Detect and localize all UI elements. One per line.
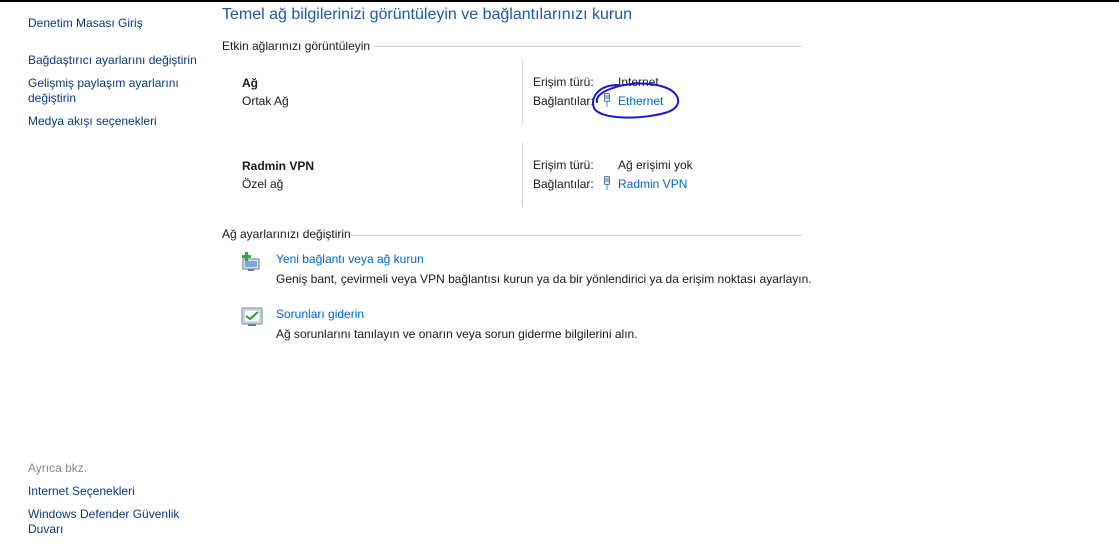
network-name: Radmin VPN bbox=[242, 159, 315, 173]
section-divider bbox=[351, 235, 802, 236]
connections-label: Bağlantılar: bbox=[533, 94, 594, 108]
connections-label: Bağlantılar: bbox=[533, 177, 594, 191]
vpn-adapter-icon bbox=[604, 176, 610, 190]
window-top-border bbox=[0, 0, 1119, 2]
troubleshoot-link[interactable]: Sorunları giderin bbox=[276, 307, 364, 321]
task-description: Ağ sorunlarını tanılayın ve onarın veya … bbox=[276, 327, 638, 341]
radmin-vpn-connection-link[interactable]: Radmin VPN bbox=[618, 177, 687, 191]
network-divider bbox=[522, 60, 523, 124]
section-divider bbox=[374, 46, 802, 47]
setup-new-connection-link[interactable]: Yeni bağlantı veya ağ kurun bbox=[276, 252, 424, 266]
active-networks-heading: Etkin ağlarınızı görüntüleyin bbox=[222, 39, 371, 53]
see-also-heading: Ayrıca bkz. bbox=[28, 461, 88, 475]
see-also-label: Duvarı bbox=[28, 522, 64, 536]
sidebar-item-advanced-sharing[interactable]: Gelişmiş paylaşım ayarlarını değiştirin bbox=[28, 76, 179, 106]
sidebar-item-media-streaming[interactable]: Medya akışı seçenekleri bbox=[28, 114, 157, 128]
page-title: Temel ağ bilgilerinizi görüntüleyin ve b… bbox=[222, 6, 632, 23]
network-type: Ortak Ağ bbox=[242, 94, 289, 108]
access-type-label: Erişim türü: bbox=[533, 158, 594, 172]
sidebar-item-label: Gelişmiş paylaşım ayarlarını bbox=[28, 76, 179, 90]
see-also-label: Windows Defender Güvenlik bbox=[28, 507, 180, 521]
sidebar-item-label: değiştirin bbox=[28, 91, 77, 105]
change-settings-heading: Ağ ayarlarınızı değiştirin bbox=[222, 227, 351, 241]
network-name: Ağ bbox=[242, 76, 258, 90]
access-type-label: Erişim türü: bbox=[533, 75, 594, 89]
new-connection-icon bbox=[242, 252, 260, 271]
control-panel-home-link[interactable]: Denetim Masası Giriş bbox=[28, 16, 143, 30]
access-type-value: Ağ erişimi yok bbox=[618, 158, 693, 172]
sidebar-item-adapter-settings[interactable]: Bağdaştırıcı ayarlarını değiştirin bbox=[28, 53, 197, 67]
see-also-firewall[interactable]: Windows Defender Güvenlik Duvarı bbox=[28, 507, 179, 537]
annotation-circle bbox=[592, 82, 679, 119]
network-divider bbox=[522, 143, 523, 207]
see-also-internet-options[interactable]: Internet Seçenekleri bbox=[28, 484, 135, 498]
network-type: Özel ağ bbox=[242, 177, 284, 191]
task-description: Geniş bant, çevirmeli veya VPN bağlantıs… bbox=[276, 272, 812, 286]
troubleshoot-icon bbox=[241, 307, 263, 326]
